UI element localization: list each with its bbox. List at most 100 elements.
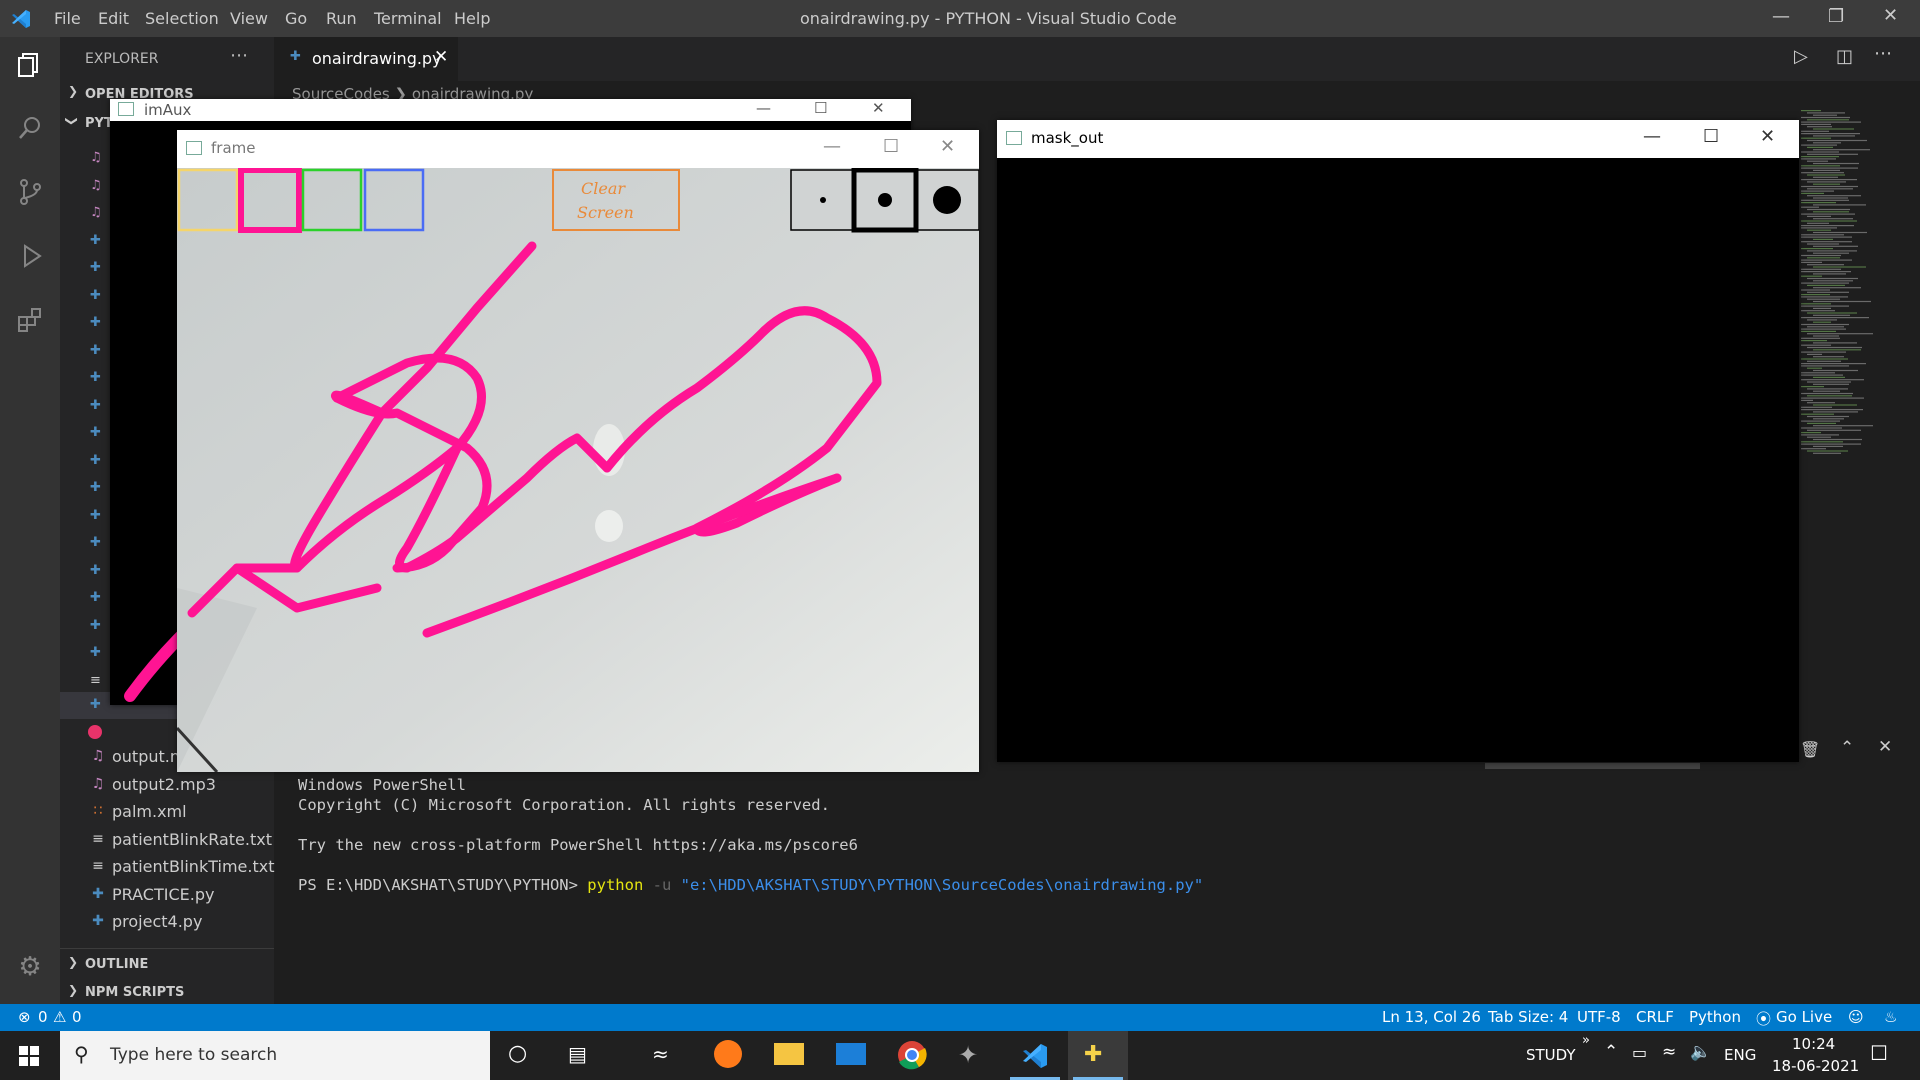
battery-icon[interactable]: ▭ (1632, 1043, 1647, 1062)
taskbar-folder-label[interactable]: STUDY (1526, 1046, 1576, 1064)
maximize-panel-icon[interactable]: ⌃ (1840, 738, 1854, 758)
close-icon[interactable]: ✕ (940, 136, 955, 157)
network-icon[interactable]: ≈ (1662, 1042, 1676, 1062)
warnings-icon[interactable]: ⚠ (53, 1008, 66, 1026)
menu-selection[interactable]: Selection (145, 9, 219, 28)
cortana-icon[interactable]: ○ (508, 1041, 527, 1066)
editor-scrollbar[interactable] (1903, 125, 1920, 765)
trash-icon[interactable]: 🗑 (1800, 740, 1820, 759)
warnings-count[interactable]: 0 (72, 1008, 82, 1026)
run-debug-icon[interactable] (12, 241, 48, 277)
chrome-icon[interactable] (897, 1040, 927, 1070)
mask-out-titlebar[interactable]: mask_out — ☐ ✕ (997, 120, 1799, 158)
menu-edit[interactable]: Edit (98, 9, 129, 28)
imaux-titlebar[interactable]: imAux — ☐ ✕ (110, 99, 911, 121)
maximize-icon[interactable]: ☐ (883, 136, 899, 157)
wifi-app-icon[interactable]: ≈ (652, 1042, 669, 1066)
frame-window[interactable]: frame — ☐ ✕ Clear Screen (177, 130, 979, 772)
run-file-icon[interactable]: ▷ (1794, 46, 1808, 67)
minimize-icon[interactable]: — (756, 99, 771, 117)
volume-icon[interactable]: 🔈 (1690, 1042, 1711, 1062)
minimize-icon[interactable]: — (1643, 126, 1661, 147)
file-row[interactable]: ≡ patientBlinkTime.txt (60, 853, 274, 880)
chevron-down-icon[interactable]: ❯ (65, 116, 79, 126)
file-row[interactable]: ✚ PRACTICE.py (60, 881, 274, 908)
close-icon[interactable]: ✕ (1760, 126, 1775, 147)
explorer-icon[interactable] (12, 50, 48, 86)
broadcast-icon: ⦿ (1756, 1010, 1772, 1028)
go-live-button[interactable]: Go Live (1776, 1008, 1832, 1026)
maximize-icon[interactable]: ☐ (1703, 126, 1719, 147)
encoding[interactable]: UTF-8 (1577, 1008, 1621, 1026)
brush-small-icon[interactable] (820, 197, 826, 203)
tab-onairdrawing[interactable]: ✚ onairdrawing.py ✕ (274, 37, 458, 81)
language-mode[interactable]: Python (1689, 1008, 1741, 1026)
restore-icon[interactable]: ❐ (1828, 6, 1844, 27)
minimize-icon[interactable]: — (1772, 6, 1790, 27)
more-actions-icon[interactable]: ⋯ (230, 45, 248, 66)
game-app-icon[interactable]: ✦ (958, 1041, 978, 1069)
errors-count[interactable]: 0 (38, 1008, 48, 1026)
menu-view[interactable]: View (230, 9, 268, 28)
cursor-position[interactable]: Ln 13, Col 26 (1382, 1008, 1481, 1026)
maximize-icon[interactable]: ☐ (814, 99, 827, 117)
search-icon[interactable] (12, 113, 48, 149)
file-row[interactable]: ✚ project4.py (60, 908, 274, 935)
errors-icon[interactable]: ⊗ (18, 1008, 31, 1026)
terminal-scrollbar[interactable] (1485, 763, 1700, 769)
notifications-bell-icon[interactable]: ♨ (1884, 1008, 1897, 1026)
firefox-icon[interactable] (714, 1040, 742, 1068)
close-panel-icon[interactable]: ✕ (1878, 737, 1892, 757)
clock-time[interactable]: 10:24 (1792, 1035, 1835, 1053)
terminal-output[interactable]: Windows PowerShell Copyright (C) Microso… (298, 775, 1203, 895)
chevron-right-icon[interactable]: ❯ (68, 84, 78, 98)
file-row[interactable]: ≡ patientBlinkRate.txt (60, 826, 274, 853)
windows-start-icon[interactable] (19, 1046, 39, 1066)
tab-close-icon[interactable]: ✕ (434, 47, 448, 67)
clock-date[interactable]: 18-06-2021 (1772, 1057, 1859, 1075)
outline-header[interactable]: OUTLINE (85, 957, 148, 972)
brush-large-icon[interactable] (933, 186, 961, 214)
minimap[interactable] (1797, 108, 1907, 468)
show-hidden-icons-icon[interactable]: ⌃ (1604, 1042, 1618, 1062)
tab-size[interactable]: Tab Size: 4 (1488, 1008, 1568, 1026)
frame-titlebar[interactable]: frame — ☐ ✕ (177, 130, 979, 168)
mail-icon[interactable] (836, 1043, 866, 1065)
task-view-icon[interactable]: ▤ (568, 1042, 587, 1066)
chevron-right-icon[interactable]: ❯ (68, 955, 78, 969)
input-language[interactable]: ENG (1724, 1046, 1756, 1064)
folder-header[interactable]: PYT (85, 116, 113, 131)
frame-canvas[interactable]: Clear Screen (177, 168, 979, 772)
python-taskbar-item[interactable]: ✚ (1068, 1031, 1128, 1080)
mask-out-window[interactable]: mask_out — ☐ ✕ (997, 120, 1799, 762)
minimize-icon[interactable]: — (823, 136, 841, 157)
action-center-icon[interactable]: ☐ (1870, 1041, 1888, 1065)
menu-terminal[interactable]: Terminal (374, 9, 442, 28)
terminal-command-line: PS E:\HDD\AKSHAT\STUDY\PYTHON> python -u… (298, 875, 1203, 895)
more-actions-icon[interactable]: ⋯ (1874, 43, 1892, 64)
source-control-icon[interactable] (12, 177, 48, 213)
extensions-icon[interactable] (12, 305, 48, 341)
menu-file[interactable]: File (54, 9, 81, 28)
file-explorer-icon[interactable] (774, 1043, 804, 1065)
split-editor-icon[interactable]: ◫ (1836, 46, 1853, 67)
menu-run[interactable]: Run (326, 9, 357, 28)
feedback-icon[interactable]: ☺ (1848, 1008, 1864, 1026)
eol[interactable]: CRLF (1636, 1008, 1674, 1026)
taskbar-search-box[interactable]: ⚲ Type here to search (60, 1031, 490, 1080)
file-row[interactable]: ♫ output2.mp3 (60, 771, 274, 798)
window-app-icon (1006, 131, 1022, 145)
terminal-line: Windows PowerShell (298, 776, 466, 794)
close-icon[interactable]: ✕ (872, 99, 885, 117)
menu-go[interactable]: Go (285, 9, 307, 28)
settings-gear-icon[interactable]: ⚙ (12, 949, 48, 985)
brush-medium-icon[interactable] (878, 193, 892, 207)
window-app-icon (118, 102, 134, 116)
menu-help[interactable]: Help (454, 9, 490, 28)
file-row[interactable]: ∷ palm.xml (60, 798, 274, 825)
vscode-taskbar-icon[interactable] (1021, 1042, 1049, 1070)
npm-scripts-header[interactable]: NPM SCRIPTS (85, 985, 184, 1000)
close-icon[interactable]: ✕ (1883, 5, 1898, 26)
chevron-right-icon[interactable]: ❯ (68, 983, 78, 997)
double-chevron-icon[interactable]: » (1582, 1033, 1590, 1048)
